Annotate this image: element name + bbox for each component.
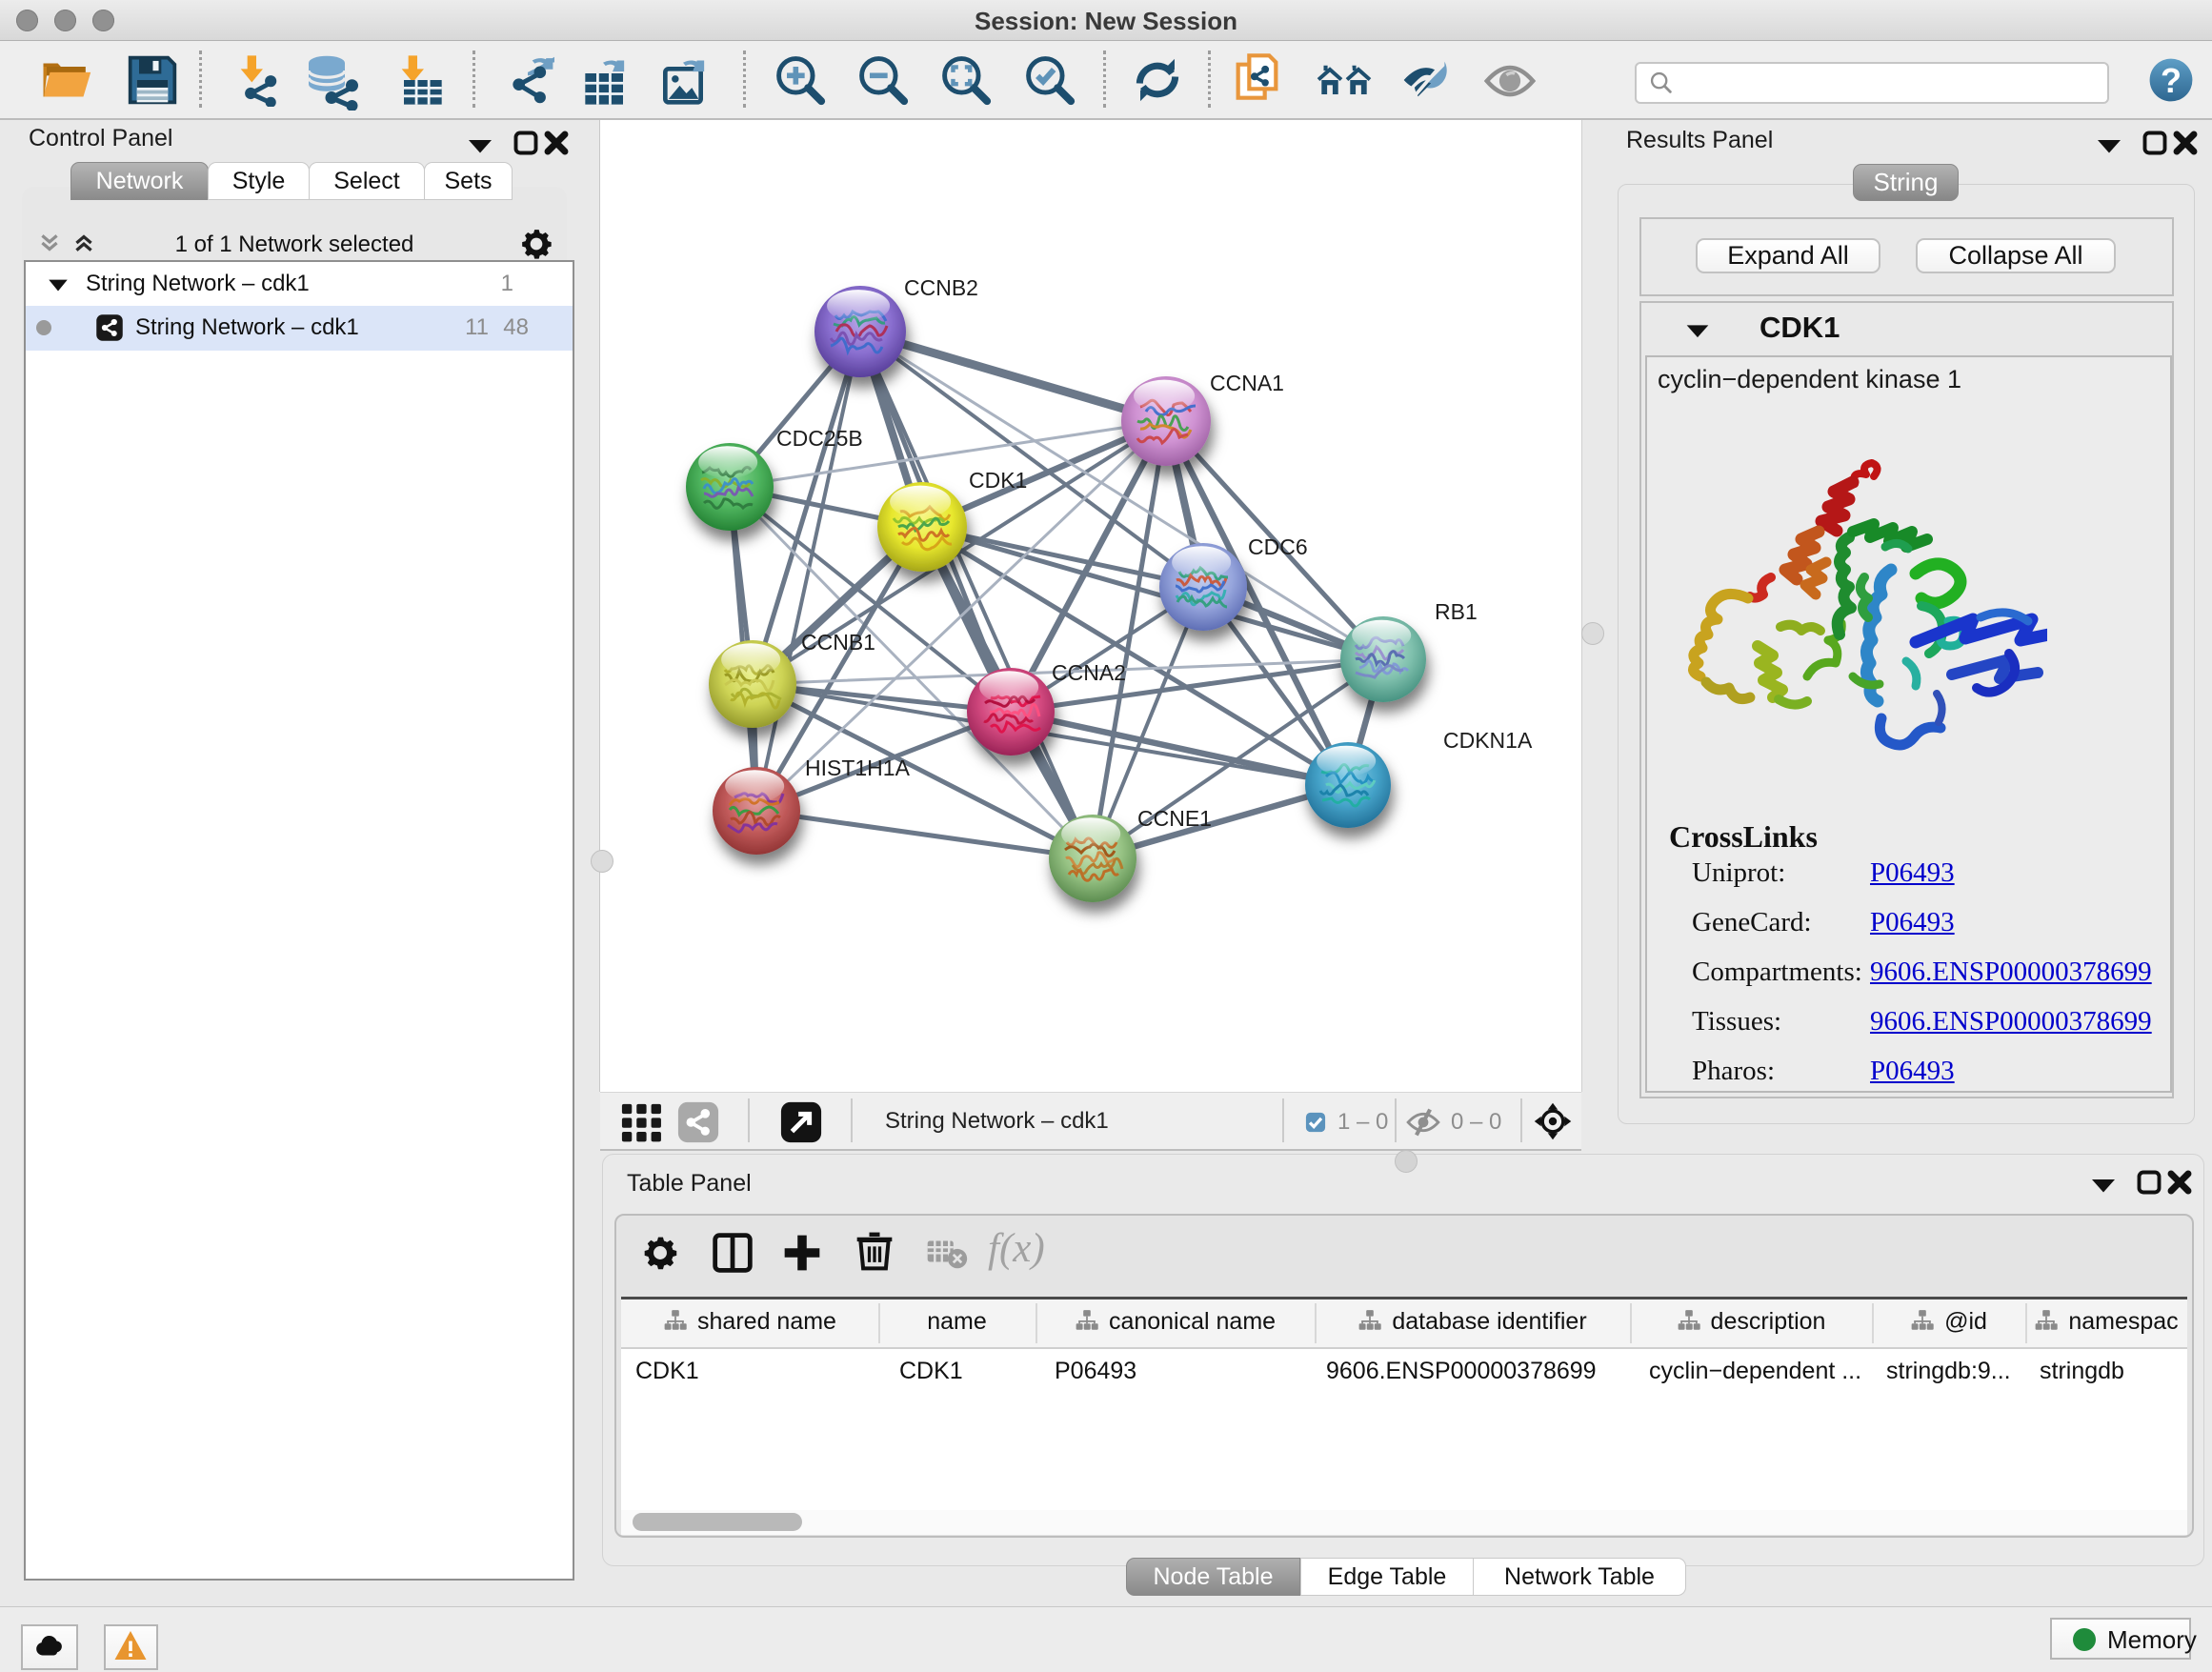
svg-text:CDC25B: CDC25B bbox=[776, 426, 863, 451]
svg-text:CCNA1: CCNA1 bbox=[1210, 371, 1284, 395]
svg-text:CCNB2: CCNB2 bbox=[904, 275, 978, 300]
svg-text:CDK1: CDK1 bbox=[969, 468, 1027, 493]
svg-text:RB1: RB1 bbox=[1435, 599, 1478, 624]
svg-text:?: ? bbox=[2161, 61, 2182, 100]
svg-text:CDKN1A: CDKN1A bbox=[1443, 728, 1533, 753]
svg-text:HIST1H1A: HIST1H1A bbox=[805, 755, 911, 780]
svg-text:CCNA2: CCNA2 bbox=[1052, 660, 1126, 685]
svg-text:CCNE1: CCNE1 bbox=[1137, 806, 1212, 831]
svg-text:CCNB1: CCNB1 bbox=[801, 630, 875, 655]
svg-text:CDC6: CDC6 bbox=[1248, 534, 1308, 559]
